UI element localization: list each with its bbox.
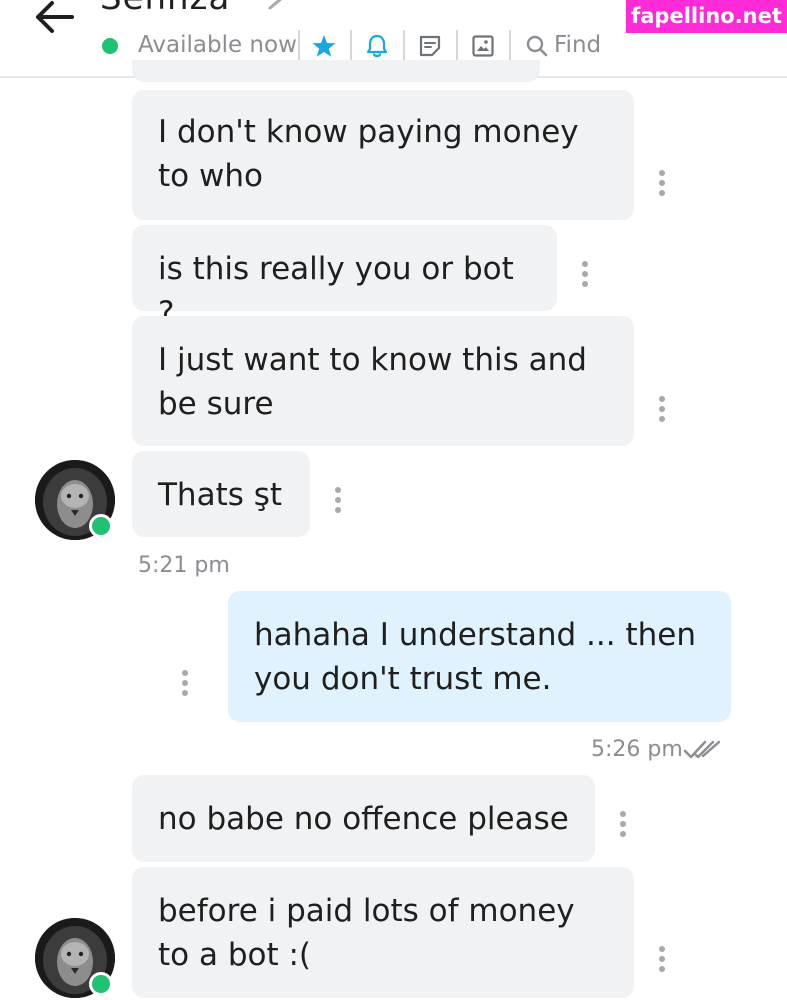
sticky-note-icon[interactable] xyxy=(417,33,443,59)
message-timestamp: 5:21 pm xyxy=(138,553,230,578)
star-icon[interactable] xyxy=(311,33,337,59)
more-options-icon[interactable] xyxy=(658,170,666,198)
online-indicator xyxy=(89,972,113,996)
previous-message-bubble xyxy=(132,60,540,82)
incoming-message-bubble[interactable]: is this really you or bot ? xyxy=(132,225,557,331)
image-icon[interactable] xyxy=(470,33,496,59)
message-timestamp: 5:26 pm xyxy=(591,737,683,762)
more-options-icon[interactable] xyxy=(334,487,342,515)
more-options-icon[interactable] xyxy=(181,670,189,698)
incoming-message-bubble[interactable]: Thats şt xyxy=(132,451,310,537)
contact-name[interactable]: Sehnza xyxy=(100,0,230,18)
online-status-dot xyxy=(102,38,118,54)
watermark: fapellino.net xyxy=(626,0,787,33)
divider xyxy=(456,30,458,62)
incoming-message-bubble[interactable]: no babe no offence please xyxy=(132,775,595,862)
back-arrow-icon[interactable] xyxy=(30,0,80,34)
divider xyxy=(298,30,300,62)
availability-status: Available now xyxy=(138,32,297,58)
incoming-message-bubble[interactable]: I don't know paying money to who xyxy=(132,90,634,220)
read-receipt-icon xyxy=(683,740,721,759)
bell-icon[interactable] xyxy=(364,33,390,59)
message-text: I just want to know this and be sure xyxy=(158,342,587,422)
search-icon[interactable] xyxy=(524,33,550,59)
online-indicator xyxy=(89,514,113,538)
edit-pencil-icon[interactable] xyxy=(268,0,288,10)
outgoing-message-bubble[interactable]: hahaha I understand ... then you don't t… xyxy=(228,591,731,722)
more-options-icon[interactable] xyxy=(658,946,666,974)
divider xyxy=(509,30,511,62)
divider xyxy=(403,30,405,62)
message-text: hahaha I understand ... then you don't t… xyxy=(254,617,696,697)
incoming-message-bubble[interactable]: I just want to know this and be sure xyxy=(132,316,634,446)
message-text: before i paid lots of money to a bot :( xyxy=(158,893,575,973)
more-options-icon[interactable] xyxy=(658,396,666,424)
message-text: Thats şt xyxy=(158,477,283,513)
incoming-message-bubble[interactable]: before i paid lots of money to a bot :( xyxy=(132,867,634,998)
divider xyxy=(350,30,352,62)
find-button-label[interactable]: Find xyxy=(554,32,601,58)
more-options-icon[interactable] xyxy=(581,261,589,289)
message-text: no babe no offence please xyxy=(158,801,569,837)
message-text: I don't know paying money to who xyxy=(158,114,579,194)
more-options-icon[interactable] xyxy=(619,811,627,839)
